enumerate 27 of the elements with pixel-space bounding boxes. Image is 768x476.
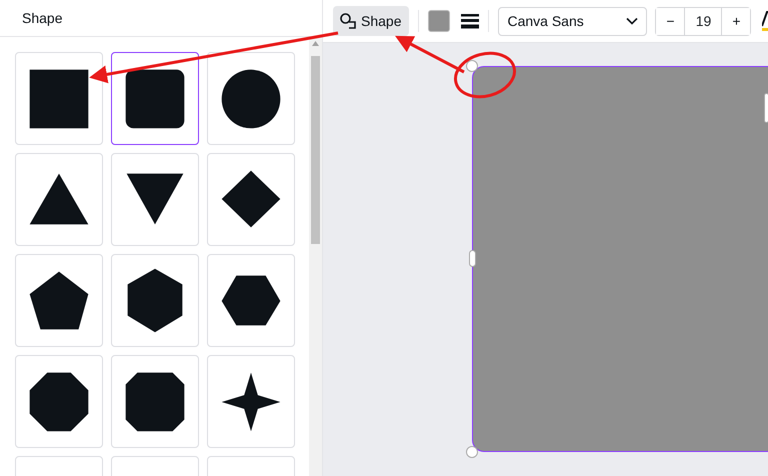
- shape-button[interactable]: Shape: [333, 6, 410, 36]
- shapes-icon: [339, 12, 357, 30]
- diamond-icon: [222, 170, 280, 228]
- resize-handle[interactable]: [466, 446, 478, 458]
- annotation-arrow: [395, 36, 465, 74]
- side-handle[interactable]: [764, 93, 768, 123]
- inverted-triangle-icon: [126, 174, 184, 224]
- scrollbar-thumb[interactable]: [311, 56, 320, 244]
- rounded-square-icon: [126, 70, 184, 128]
- chevron-down-icon: [626, 17, 638, 25]
- pentagon-icon: [30, 272, 88, 330]
- scrollbar[interactable]: [309, 37, 322, 476]
- circle-icon: [222, 70, 280, 128]
- hexagon-vertical-icon: [128, 268, 182, 332]
- font-dropdown[interactable]: Canva Sans: [498, 6, 648, 36]
- octagon-icon: [30, 372, 88, 432]
- resize-handle[interactable]: [466, 60, 478, 72]
- color-swatch[interactable]: [428, 10, 450, 32]
- hexagon-icon: [222, 276, 280, 326]
- square-icon: [30, 70, 88, 128]
- triangle-icon: [30, 174, 88, 224]
- annotation-circle: [454, 52, 516, 98]
- panel-title: Shape: [22, 8, 62, 28]
- border-style-icon[interactable]: [461, 13, 480, 29]
- side-handle[interactable]: [469, 250, 476, 267]
- star-icon: [222, 372, 280, 432]
- shape-tile[interactable]: [111, 52, 199, 146]
